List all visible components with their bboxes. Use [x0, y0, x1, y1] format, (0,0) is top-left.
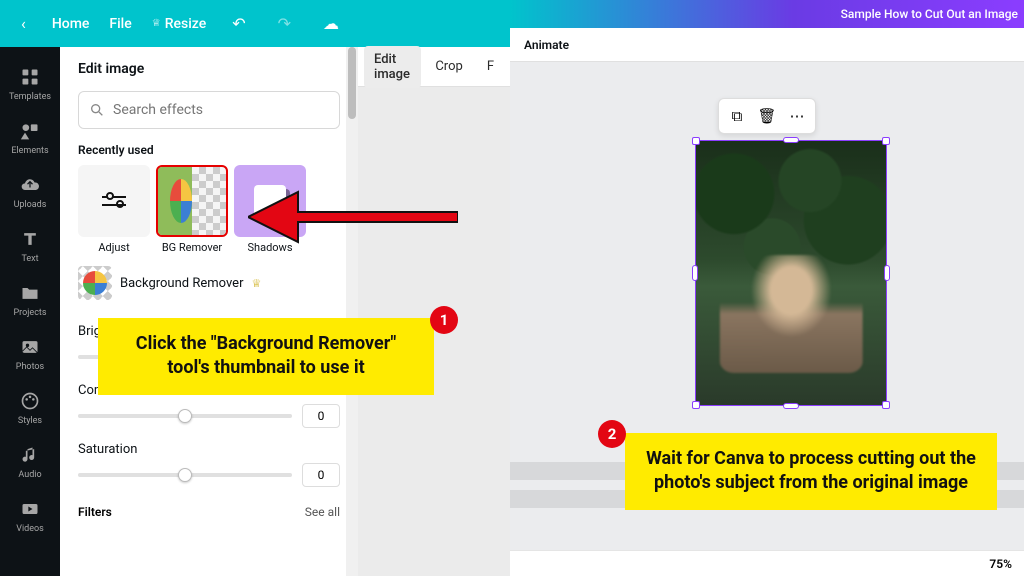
thumb-label: Shadows: [248, 241, 293, 254]
animate-button[interactable]: Animate: [524, 38, 569, 52]
redo-icon[interactable]: ↷: [272, 14, 297, 33]
contrast-slider[interactable]: [78, 414, 292, 418]
sidebar-item-projects[interactable]: Projects: [0, 273, 60, 327]
shadow-icon: [254, 185, 286, 217]
sidebar-item-label: Styles: [18, 416, 42, 426]
panel-title: Edit image: [78, 61, 340, 77]
document-title[interactable]: Sample How to Cut Out an Image: [841, 7, 1018, 21]
search-icon: [89, 102, 105, 118]
sidebar-item-label: Audio: [18, 470, 41, 480]
sidebar-item-templates[interactable]: Templates: [0, 57, 60, 111]
audio-icon: [19, 444, 41, 466]
sidebar-item-label: Elements: [11, 146, 48, 156]
bg-remover-row-label: Background Remover: [120, 276, 243, 291]
resize-handle[interactable]: [692, 401, 700, 409]
sidebar-item-text[interactable]: Text: [0, 219, 60, 273]
sidebar-item-elements[interactable]: Elements: [0, 111, 60, 165]
sidebar-item-label: Projects: [14, 308, 47, 318]
left-sidebar: Templates Elements Uploads Text Projects…: [0, 47, 60, 576]
topbar-right: Sample How to Cut Out an Image: [510, 0, 1024, 28]
duplicate-icon[interactable]: ⧉: [723, 103, 751, 129]
bg-remover-row-icon: [78, 266, 112, 300]
zoom-level[interactable]: 75%: [989, 557, 1012, 571]
sidebar-item-uploads[interactable]: Uploads: [0, 165, 60, 219]
saturation-value[interactable]: 0: [302, 463, 340, 487]
thumb-label: Adjust: [98, 241, 129, 254]
templates-icon: [19, 66, 41, 88]
sidebar-item-label: Videos: [16, 524, 44, 534]
crop-tab[interactable]: Crop: [425, 53, 472, 80]
resize-handle[interactable]: [692, 137, 700, 145]
crown-icon: ♕: [251, 277, 261, 290]
adjust-icon: [102, 192, 126, 210]
recently-used-thumbs: Adjust BG Remover Shadows: [78, 165, 340, 254]
slider-label: Saturation: [78, 442, 340, 457]
home-button[interactable]: Home: [52, 16, 90, 32]
elements-icon: [19, 120, 41, 142]
sidebar-item-videos[interactable]: Videos: [0, 489, 60, 543]
edit-image-panel: Edit image Recently used Adjust BG Remov…: [60, 47, 358, 576]
saturation-slider[interactable]: [78, 473, 292, 477]
cloud-sync-icon[interactable]: ☁: [317, 14, 345, 33]
filters-label: Filters: [78, 505, 112, 519]
status-bar: 75%: [510, 550, 1024, 576]
thumb-bg-remover[interactable]: BG Remover: [156, 165, 228, 254]
uploads-icon: [19, 174, 41, 196]
sidebar-item-photos[interactable]: Photos: [0, 327, 60, 381]
subtoolbar-right: Animate: [510, 28, 1024, 62]
bg-remover-row[interactable]: Background Remover ♕: [78, 266, 340, 300]
thumb-label: BG Remover: [162, 241, 222, 254]
sidebar-item-label: Text: [21, 254, 38, 264]
sidebar-item-styles[interactable]: Styles: [0, 381, 60, 435]
floating-toolbar: ⧉ 🗑 ⋯: [718, 98, 816, 134]
sidebar-item-audio[interactable]: Audio: [0, 435, 60, 489]
text-icon: [19, 228, 41, 250]
projects-icon: [19, 282, 41, 304]
back-icon[interactable]: ‹: [15, 14, 32, 33]
edit-image-tab[interactable]: Edit image: [364, 46, 421, 88]
see-all-link[interactable]: See all: [305, 505, 340, 519]
selected-image[interactable]: [695, 140, 887, 406]
contrast-value[interactable]: 0: [302, 404, 340, 428]
resize-handle[interactable]: [783, 137, 799, 143]
resize-handle[interactable]: [884, 265, 890, 281]
annotation-callout-2: Wait for Canva to process cutting out th…: [625, 433, 997, 510]
search-effects-input[interactable]: [78, 91, 340, 129]
styles-icon: [19, 390, 41, 412]
photos-icon: [19, 336, 41, 358]
beach-ball-icon: [170, 179, 192, 223]
photo-content: [696, 141, 886, 405]
resize-button[interactable]: ♕Resize: [152, 16, 206, 32]
trash-icon[interactable]: 🗑: [753, 103, 781, 129]
sidebar-item-label: Uploads: [14, 200, 47, 210]
search-field[interactable]: [113, 102, 329, 118]
resize-handle[interactable]: [882, 137, 890, 145]
annotation-badge-1: 1: [430, 306, 458, 334]
resize-handle[interactable]: [692, 265, 698, 281]
undo-icon[interactable]: ↶: [226, 14, 251, 33]
recently-used-label: Recently used: [78, 143, 340, 157]
annotation-badge-2: 2: [598, 420, 626, 448]
left-panel: ‹ Home File ♕Resize ↶ ↷ ☁ Templates Elem…: [0, 0, 510, 576]
image-toolbar: Edit image Crop F: [358, 47, 510, 87]
thumb-adjust[interactable]: Adjust: [78, 165, 150, 254]
resize-handle[interactable]: [783, 403, 799, 409]
annotation-callout-1: Click the "Background Remover" tool's th…: [98, 318, 434, 395]
resize-handle[interactable]: [882, 401, 890, 409]
sidebar-item-label: Templates: [9, 92, 51, 102]
panel-scrollbar[interactable]: [346, 47, 358, 576]
thumb-shadows[interactable]: Shadows: [234, 165, 306, 254]
videos-icon: [19, 498, 41, 520]
sidebar-item-label: Photos: [16, 362, 44, 372]
topbar-left: ‹ Home File ♕Resize ↶ ↷ ☁: [0, 0, 510, 47]
file-button[interactable]: File: [109, 16, 131, 32]
flip-tab[interactable]: F: [477, 53, 504, 80]
more-icon[interactable]: ⋯: [783, 103, 811, 129]
